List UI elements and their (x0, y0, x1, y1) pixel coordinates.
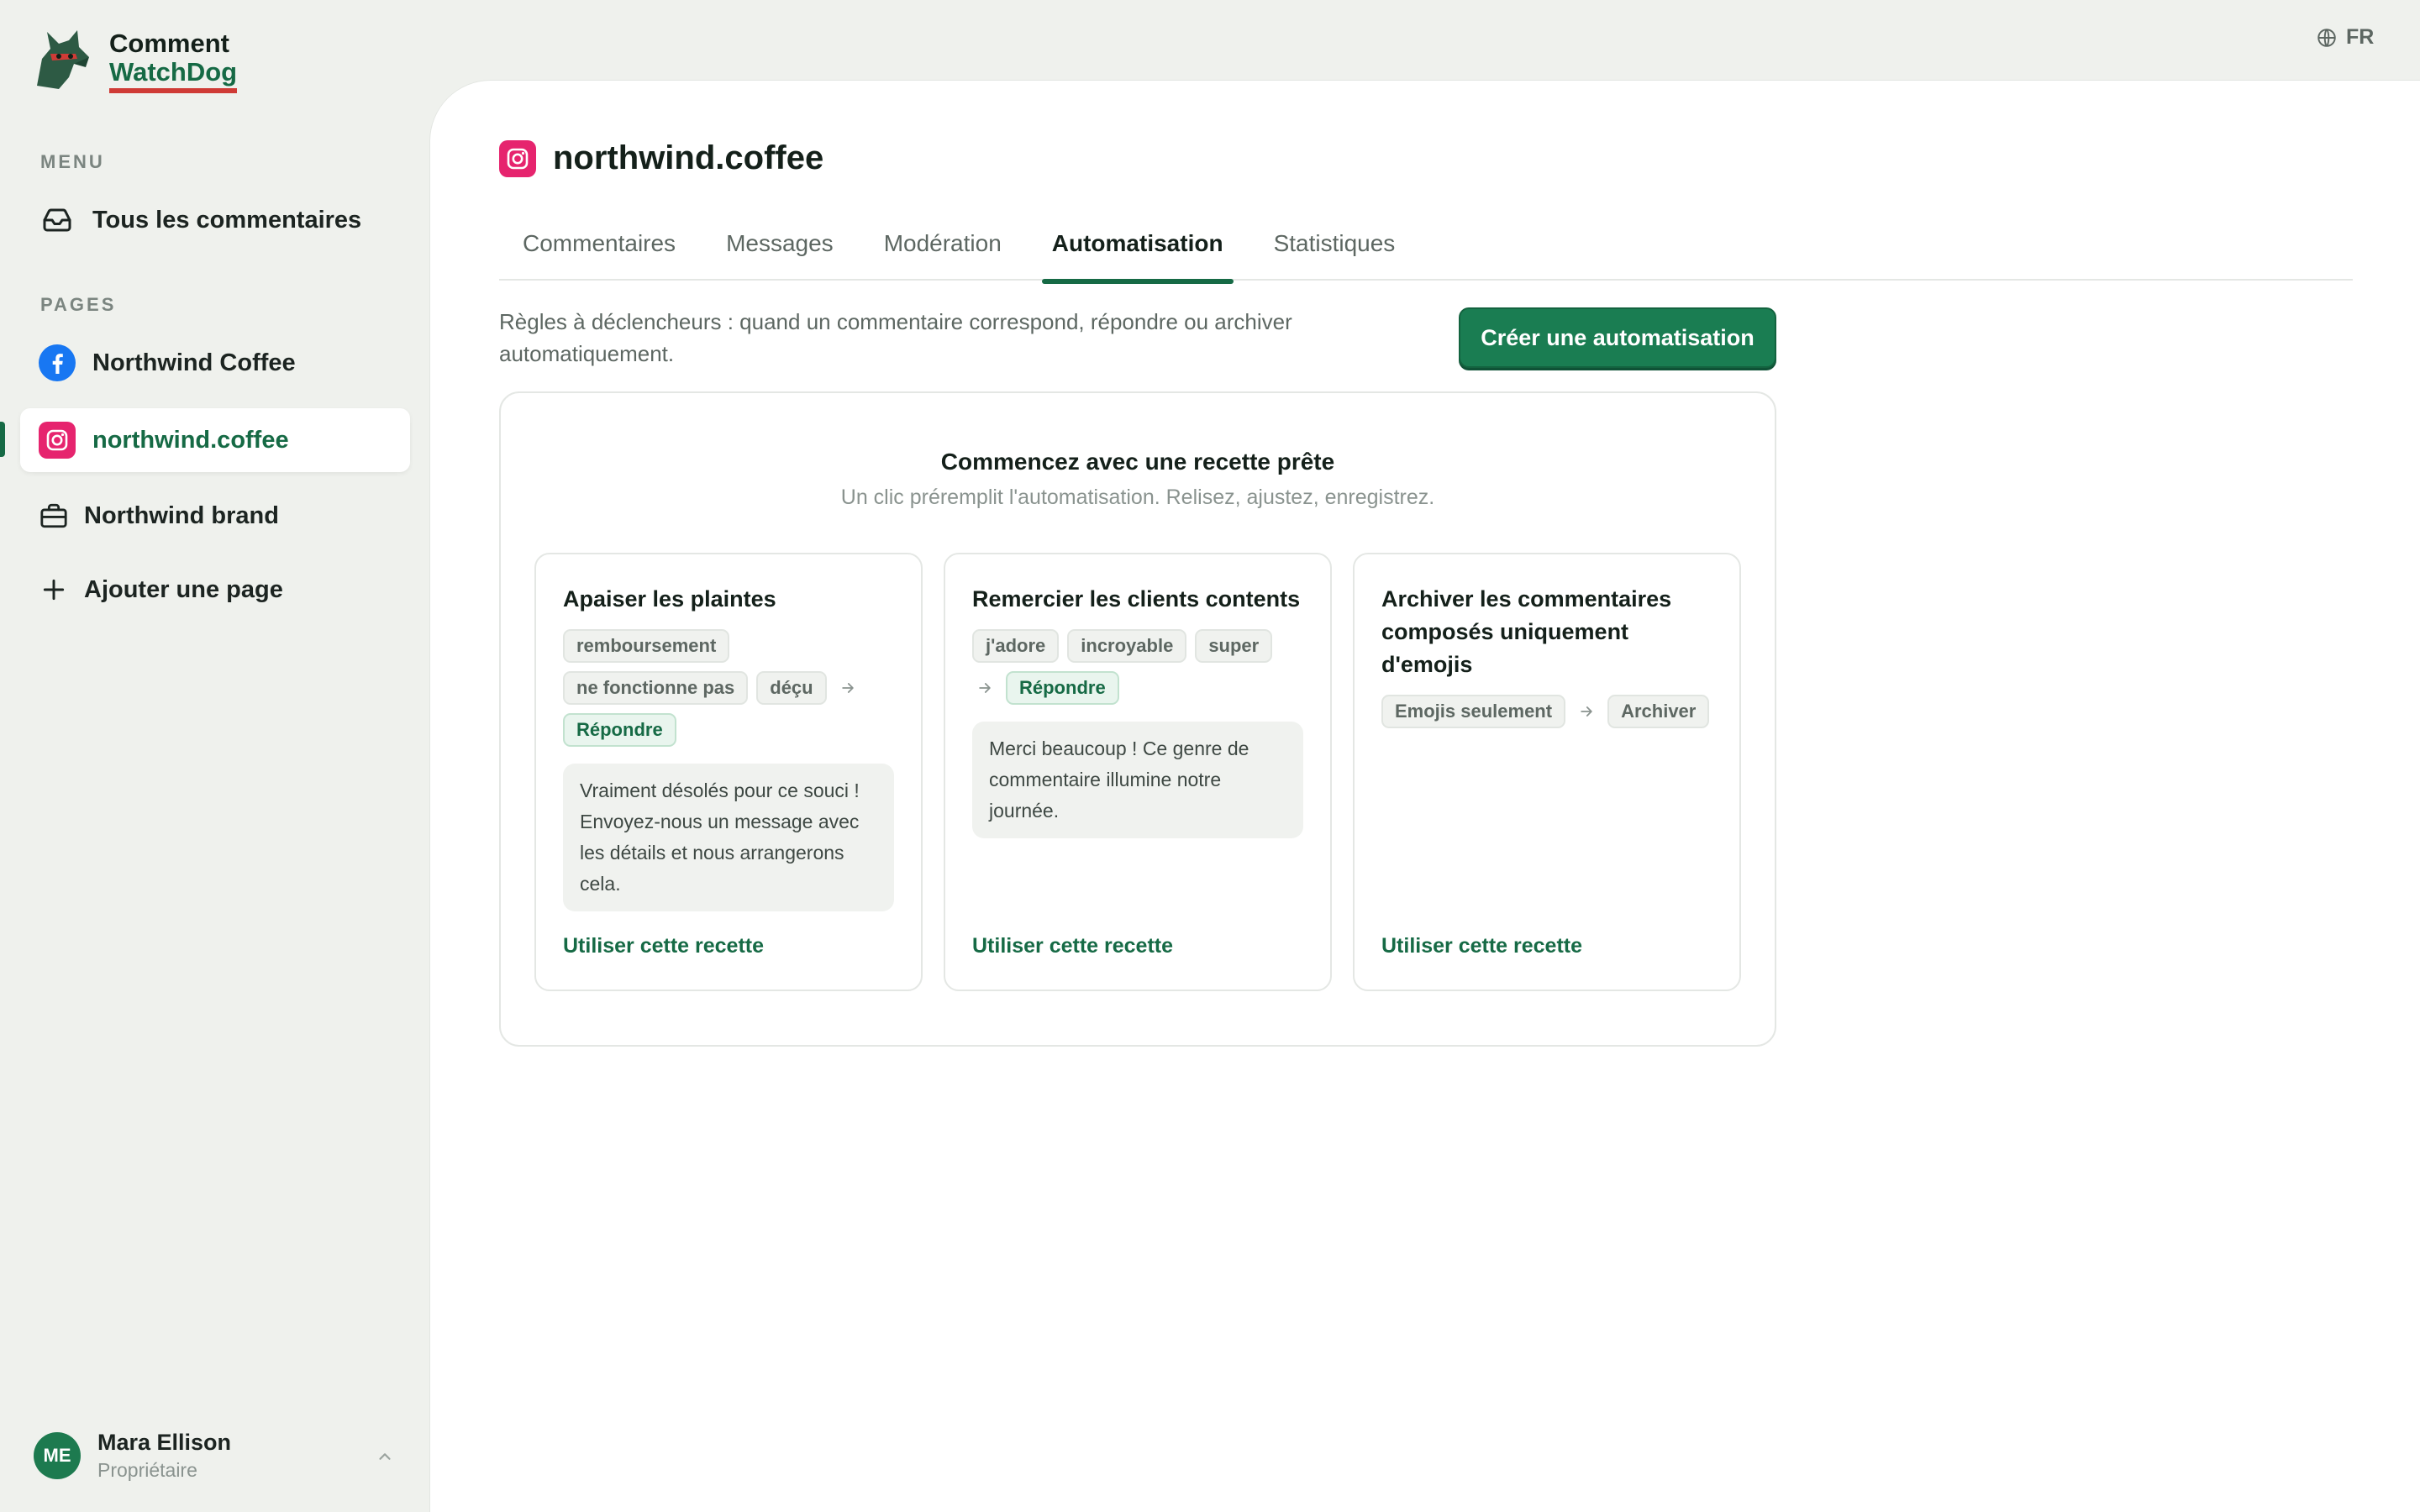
trigger-chip: déçu (756, 671, 827, 705)
reply-preview: Merci beaucoup ! Ce genre de commentaire… (972, 722, 1303, 838)
sidebar-item-label: Tous les commentaires (92, 206, 362, 234)
use-recipe-link[interactable]: Utiliser cette recette (972, 934, 1173, 958)
tab-commentaires[interactable]: Commentaires (499, 223, 699, 281)
use-recipe-link[interactable]: Utiliser cette recette (563, 934, 764, 958)
recipe-title: Archiver les commentaires composés uniqu… (1381, 586, 1672, 677)
tab-bar: Commentaires Messages Modération Automat… (499, 223, 2353, 284)
recipe-card: Remercier les clients contents j'adore i… (944, 553, 1332, 991)
recipe-rule: remboursement ne fonctionne pas déçu Rép… (563, 629, 894, 747)
instagram-icon (499, 139, 536, 177)
plus-icon (39, 571, 69, 608)
brand-name-line1: Comment (109, 29, 229, 58)
recipe-title: Remercier les clients contents (972, 586, 1301, 612)
inbox-icon (39, 202, 76, 239)
trigger-chip: Emojis seulement (1381, 695, 1566, 728)
instagram-icon (39, 422, 76, 459)
action-chip: Répondre (563, 713, 676, 747)
tab-statistiques[interactable]: Statistiques (1250, 223, 1419, 281)
automation-description: Règles à déclencheurs : quand un comment… (499, 309, 1292, 366)
main-panel: northwind.coffee Commentaires Messages M… (430, 81, 2420, 1512)
active-indicator (0, 422, 5, 457)
trigger-chip: super (1195, 629, 1273, 663)
recipe-title: Apaiser les plaintes (563, 586, 776, 612)
sidebar-item-northwind-coffee-facebook[interactable]: Northwind Coffee (20, 331, 410, 395)
sidebar-item-label: Northwind Coffee (92, 349, 296, 376)
recipes-subtitle: Un clic préremplit l'automatisation. Rel… (840, 486, 1435, 509)
avatar: ME (34, 1432, 81, 1479)
watchdog-logo-icon (37, 30, 89, 89)
action-chip: Répondre (1006, 671, 1119, 705)
recipe-card: Archiver les commentaires composés uniqu… (1353, 553, 1741, 991)
language-label: FR (2346, 25, 2375, 49)
recipe-rule: j'adore incroyable super Répondre (972, 629, 1303, 705)
sidebar-item-label: Northwind brand (84, 501, 279, 529)
brand-name-line2: WatchDog (109, 58, 238, 93)
recipe-card: Apaiser les plaintes remboursement ne fo… (534, 553, 923, 991)
app-root: Comment WatchDog MENU Tous les commentai… (0, 0, 2420, 1512)
recipes-title: Commencez avec une recette prête (940, 449, 1335, 475)
arrow-right-icon (835, 671, 860, 705)
sidebar-item-northwind-coffee-instagram[interactable]: northwind.coffee (20, 408, 410, 472)
page-header: northwind.coffee (499, 139, 823, 177)
pages-section-label: PAGES (40, 294, 117, 315)
user-profile[interactable]: ME Mara Ellison Propriétaire (34, 1430, 231, 1482)
trigger-chip: remboursement (563, 629, 730, 663)
sidebar: Comment WatchDog MENU Tous les commentai… (0, 0, 430, 1512)
page-title: northwind.coffee (553, 139, 824, 176)
sidebar-item-all-comments[interactable]: Tous les commentaires (20, 188, 410, 252)
add-page-button[interactable]: Ajouter une page (20, 558, 410, 622)
add-page-label: Ajouter une page (84, 575, 283, 603)
user-name: Mara Ellison (97, 1430, 232, 1455)
create-automation-button[interactable]: Créer une automatisation (1459, 307, 1776, 368)
trigger-chip: ne fonctionne pas (563, 671, 749, 705)
arrow-right-icon (1574, 695, 1599, 728)
tab-moderation[interactable]: Modération (860, 223, 1025, 281)
user-role: Propriétaire (97, 1459, 197, 1481)
recipe-rule: Emojis seulement Archiver (1381, 695, 1712, 728)
recipes-panel: Commencez avec une recette prête Un clic… (499, 391, 1776, 1047)
brand[interactable]: Comment WatchDog (25, 25, 238, 97)
menu-section-label: MENU (40, 151, 105, 172)
tab-automatisation[interactable]: Automatisation (1028, 223, 1247, 284)
trigger-chip: j'adore (972, 629, 1060, 663)
facebook-icon (39, 344, 76, 381)
briefcase-icon (39, 497, 69, 534)
trigger-chip: incroyable (1067, 629, 1187, 663)
arrow-right-icon (972, 671, 997, 705)
action-chip: Archiver (1607, 695, 1710, 728)
language-switcher[interactable]: FR (2316, 25, 2374, 50)
globe-icon (2317, 28, 2336, 47)
tab-messages[interactable]: Messages (702, 223, 857, 281)
chevron-up-icon[interactable] (373, 1445, 397, 1468)
sidebar-item-northwind-brand[interactable]: Northwind brand (20, 484, 410, 548)
sidebar-item-label: northwind.coffee (92, 426, 289, 454)
reply-preview: Vraiment désolés pour ce souci ! Envoyez… (563, 764, 894, 911)
use-recipe-link[interactable]: Utiliser cette recette (1381, 934, 1582, 958)
